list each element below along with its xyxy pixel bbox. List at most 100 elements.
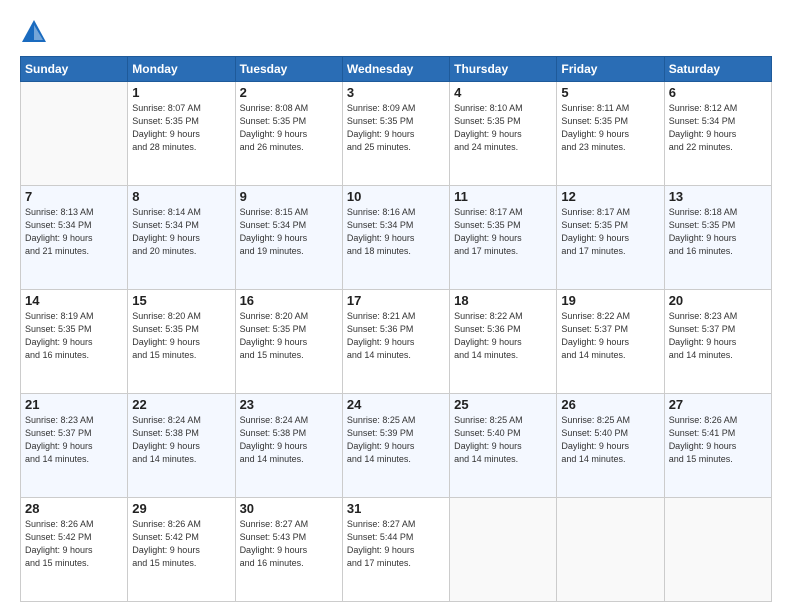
calendar-cell: 8 Sunrise: 8:14 AMSunset: 5:34 PMDaylight…: [128, 186, 235, 290]
day-info: Sunrise: 8:27 AMSunset: 5:44 PMDaylight:…: [347, 518, 445, 570]
calendar-week-row: 14Sunrise: 8:19 AMSunset: 5:35 PMDayligh…: [21, 290, 772, 394]
calendar-cell: 16 Sunrise: 8:20 AMSunset: 5:35 PMDayligh…: [235, 290, 342, 394]
calendar-cell: 2Sunrise: 8:08 AMSunset: 5:35 PMDaylight…: [235, 82, 342, 186]
calendar-cell: 7Sunrise: 8:13 AMSunset: 5:34 PMDaylight…: [21, 186, 128, 290]
calendar-cell: 24 Sunrise: 8:25 AMSunset: 5:39 PMDayligh…: [342, 394, 449, 498]
calendar-cell: 10 Sunrise: 8:16 AMSunset: 5:34 PMDayligh…: [342, 186, 449, 290]
day-info: Sunrise: 8:18 AMSunset: 5:35 PMDaylight:…: [669, 206, 767, 258]
calendar-cell: 19 Sunrise: 8:22 AMSunset: 5:37 PMDayligh…: [557, 290, 664, 394]
day-number: 6: [669, 85, 767, 100]
day-info: Sunrise: 8:22 AMSunset: 5:36 PMDaylight:…: [454, 310, 552, 362]
day-number: 23: [240, 397, 338, 412]
day-number: 20: [669, 293, 767, 308]
day-info: Sunrise: 8:25 AMSunset: 5:40 PMDaylight:…: [454, 414, 552, 466]
calendar-cell: 21 Sunrise: 8:23 AMSunset: 5:37 PMDayligh…: [21, 394, 128, 498]
calendar-cell: 13 Sunrise: 8:18 AMSunset: 5:35 PMDayligh…: [664, 186, 771, 290]
calendar-cell: 5 Sunrise: 8:11 AMSunset: 5:35 PMDaylight…: [557, 82, 664, 186]
day-number: 3: [347, 85, 445, 100]
day-info: Sunrise: 8:15 AMSunset: 5:34 PMDaylight:…: [240, 206, 338, 258]
day-number: 1: [132, 85, 230, 100]
calendar-cell: 15 Sunrise: 8:20 AMSunset: 5:35 PMDayligh…: [128, 290, 235, 394]
weekday-header-row: SundayMondayTuesdayWednesdayThursdayFrid…: [21, 57, 772, 82]
day-number: 21: [25, 397, 123, 412]
day-number: 14: [25, 293, 123, 308]
day-number: 9: [240, 189, 338, 204]
calendar-cell: 17Sunrise: 8:21 AMSunset: 5:36 PMDayligh…: [342, 290, 449, 394]
day-number: 29: [132, 501, 230, 516]
day-info: Sunrise: 8:16 AMSunset: 5:34 PMDaylight:…: [347, 206, 445, 258]
day-info: Sunrise: 8:17 AMSunset: 5:35 PMDaylight:…: [561, 206, 659, 258]
day-number: 5: [561, 85, 659, 100]
day-info: Sunrise: 8:17 AMSunset: 5:35 PMDaylight:…: [454, 206, 552, 258]
calendar-week-row: 21 Sunrise: 8:23 AMSunset: 5:37 PMDayligh…: [21, 394, 772, 498]
calendar-cell: 28 Sunrise: 8:26 AMSunset: 5:42 PMDayligh…: [21, 498, 128, 602]
day-number: 31: [347, 501, 445, 516]
day-info: Sunrise: 8:22 AMSunset: 5:37 PMDaylight:…: [561, 310, 659, 362]
calendar-cell: 30 Sunrise: 8:27 AMSunset: 5:43 PMDayligh…: [235, 498, 342, 602]
calendar-cell: 12Sunrise: 8:17 AMSunset: 5:35 PMDayligh…: [557, 186, 664, 290]
calendar-cell: [664, 498, 771, 602]
day-number: 11: [454, 189, 552, 204]
calendar-cell: 4Sunrise: 8:10 AMSunset: 5:35 PMDaylight…: [450, 82, 557, 186]
calendar-cell: 27 Sunrise: 8:26 AMSunset: 5:41 PMDayligh…: [664, 394, 771, 498]
header: [20, 18, 772, 46]
day-info: Sunrise: 8:20 AMSunset: 5:35 PMDaylight:…: [240, 310, 338, 362]
day-info: Sunrise: 8:09 AMSunset: 5:35 PMDaylight:…: [347, 102, 445, 154]
calendar-week-row: 28 Sunrise: 8:26 AMSunset: 5:42 PMDayligh…: [21, 498, 772, 602]
day-number: 26: [561, 397, 659, 412]
calendar-cell: 20 Sunrise: 8:23 AMSunset: 5:37 PMDayligh…: [664, 290, 771, 394]
weekday-header-tuesday: Tuesday: [235, 57, 342, 82]
calendar-cell: 29Sunrise: 8:26 AMSunset: 5:42 PMDayligh…: [128, 498, 235, 602]
day-info: Sunrise: 8:26 AMSunset: 5:42 PMDaylight:…: [25, 518, 123, 570]
day-number: 8: [132, 189, 230, 204]
day-number: 15: [132, 293, 230, 308]
day-info: Sunrise: 8:24 AMSunset: 5:38 PMDaylight:…: [132, 414, 230, 466]
day-info: Sunrise: 8:07 AMSunset: 5:35 PMDaylight:…: [132, 102, 230, 154]
day-number: 24: [347, 397, 445, 412]
weekday-header-sunday: Sunday: [21, 57, 128, 82]
calendar-cell: [21, 82, 128, 186]
calendar-cell: 11 Sunrise: 8:17 AMSunset: 5:35 PMDayligh…: [450, 186, 557, 290]
calendar-cell: 25 Sunrise: 8:25 AMSunset: 5:40 PMDayligh…: [450, 394, 557, 498]
day-number: 2: [240, 85, 338, 100]
day-info: Sunrise: 8:11 AMSunset: 5:35 PMDaylight:…: [561, 102, 659, 154]
calendar-cell: [450, 498, 557, 602]
day-number: 13: [669, 189, 767, 204]
day-number: 25: [454, 397, 552, 412]
weekday-header-thursday: Thursday: [450, 57, 557, 82]
weekday-header-friday: Friday: [557, 57, 664, 82]
calendar-cell: 22Sunrise: 8:24 AMSunset: 5:38 PMDayligh…: [128, 394, 235, 498]
day-number: 30: [240, 501, 338, 516]
calendar-cell: 9 Sunrise: 8:15 AMSunset: 5:34 PMDaylight…: [235, 186, 342, 290]
weekday-header-wednesday: Wednesday: [342, 57, 449, 82]
calendar-cell: 31 Sunrise: 8:27 AMSunset: 5:44 PMDayligh…: [342, 498, 449, 602]
logo-icon: [20, 18, 48, 46]
day-info: Sunrise: 8:23 AMSunset: 5:37 PMDaylight:…: [25, 414, 123, 466]
day-info: Sunrise: 8:12 AMSunset: 5:34 PMDaylight:…: [669, 102, 767, 154]
logo: [20, 18, 52, 46]
page: SundayMondayTuesdayWednesdayThursdayFrid…: [0, 0, 792, 612]
day-number: 19: [561, 293, 659, 308]
day-number: 16: [240, 293, 338, 308]
calendar-cell: 23 Sunrise: 8:24 AMSunset: 5:38 PMDayligh…: [235, 394, 342, 498]
calendar-cell: [557, 498, 664, 602]
calendar-cell: 1 Sunrise: 8:07 AMSunset: 5:35 PMDaylight…: [128, 82, 235, 186]
day-info: Sunrise: 8:24 AMSunset: 5:38 PMDaylight:…: [240, 414, 338, 466]
day-number: 27: [669, 397, 767, 412]
weekday-header-monday: Monday: [128, 57, 235, 82]
day-info: Sunrise: 8:25 AMSunset: 5:39 PMDaylight:…: [347, 414, 445, 466]
day-info: Sunrise: 8:23 AMSunset: 5:37 PMDaylight:…: [669, 310, 767, 362]
day-info: Sunrise: 8:20 AMSunset: 5:35 PMDaylight:…: [132, 310, 230, 362]
day-info: Sunrise: 8:21 AMSunset: 5:36 PMDaylight:…: [347, 310, 445, 362]
day-info: Sunrise: 8:14 AMSunset: 5:34 PMDaylight:…: [132, 206, 230, 258]
calendar-table: SundayMondayTuesdayWednesdayThursdayFrid…: [20, 56, 772, 602]
day-number: 10: [347, 189, 445, 204]
calendar-cell: 6 Sunrise: 8:12 AMSunset: 5:34 PMDaylight…: [664, 82, 771, 186]
day-number: 18: [454, 293, 552, 308]
day-info: Sunrise: 8:25 AMSunset: 5:40 PMDaylight:…: [561, 414, 659, 466]
day-number: 4: [454, 85, 552, 100]
day-info: Sunrise: 8:27 AMSunset: 5:43 PMDaylight:…: [240, 518, 338, 570]
day-info: Sunrise: 8:13 AMSunset: 5:34 PMDaylight:…: [25, 206, 123, 258]
day-info: Sunrise: 8:26 AMSunset: 5:41 PMDaylight:…: [669, 414, 767, 466]
day-number: 28: [25, 501, 123, 516]
